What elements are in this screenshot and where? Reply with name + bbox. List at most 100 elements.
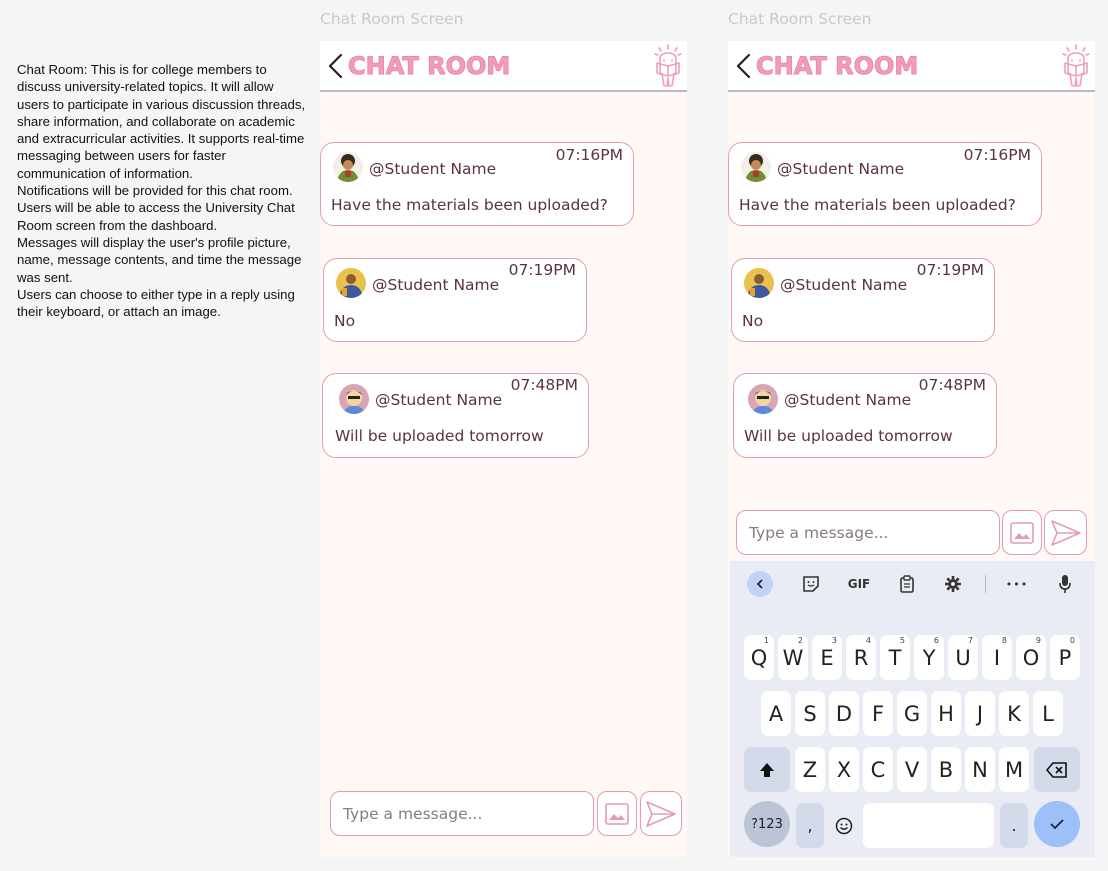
key-t[interactable]: T5 [880, 635, 910, 680]
keyboard-collapse-button[interactable] [747, 571, 773, 597]
sender-name: @Student Name [784, 391, 912, 409]
message-bubble: @Student Name 07:48PM Will be uploaded t… [322, 373, 589, 458]
avatar [741, 152, 771, 182]
key-x[interactable]: X [829, 747, 859, 792]
key-q[interactable]: Q1 [744, 635, 774, 680]
settings-button[interactable] [940, 571, 966, 597]
key-label: A [768, 701, 784, 726]
gif-button[interactable]: GIF [842, 571, 876, 597]
key-l[interactable]: L [1033, 691, 1063, 736]
message-input[interactable]: Type a message... [330, 791, 594, 836]
key-f[interactable]: F [863, 691, 893, 736]
avatar [333, 152, 363, 182]
key-i[interactable]: I8 [982, 635, 1012, 680]
avatar [744, 268, 774, 298]
key-label: X [836, 757, 852, 782]
key-number-hint: 3 [831, 636, 837, 645]
key-number-hint: 7 [967, 636, 973, 645]
sender-name: @Student Name [369, 160, 497, 178]
attach-image-button[interactable] [597, 791, 637, 836]
key-number-hint: 9 [1035, 636, 1041, 645]
key-w[interactable]: W2 [778, 635, 808, 680]
symbols-key[interactable]: ?123 [744, 801, 790, 847]
message-text: Have the materials been uploaded? [331, 196, 608, 214]
screen-description: Chat Room: This is for college members t… [17, 62, 306, 320]
key-s[interactable]: S [795, 691, 825, 736]
key-c[interactable]: C [863, 747, 893, 792]
key-number-hint: 4 [865, 636, 871, 645]
key-p[interactable]: P0 [1050, 635, 1080, 680]
toolbar-divider [985, 575, 986, 593]
key-y[interactable]: Y6 [914, 635, 944, 680]
send-button[interactable] [1044, 510, 1087, 555]
avatar [336, 268, 366, 298]
shift-key[interactable] [744, 747, 790, 792]
key-label: D [835, 701, 853, 726]
key-e[interactable]: E3 [812, 635, 842, 680]
chat-room-screen: CHAT ROOM @Student Name 07:16PM Have the… [320, 41, 687, 857]
message-time: 07:19PM [916, 261, 984, 279]
attach-image-button[interactable] [1002, 510, 1042, 555]
sender-name: @Student Name [372, 276, 500, 294]
sticker-button[interactable] [798, 571, 824, 597]
key-m[interactable]: M [999, 747, 1029, 792]
chevron-left-icon[interactable] [326, 52, 346, 80]
message-time: 07:48PM [510, 376, 578, 394]
message-bubble: @Student Name 07:19PM No [731, 258, 995, 342]
key-n[interactable]: N [965, 747, 995, 792]
backspace-icon [1046, 761, 1067, 778]
gear-icon [945, 576, 961, 592]
message-text: No [742, 312, 764, 330]
key-label: C [870, 757, 886, 782]
key-number-hint: 5 [899, 636, 905, 645]
clipboard-button[interactable] [894, 571, 920, 597]
frame-label: Chat Room Screen [320, 10, 464, 28]
period-key[interactable]: . [1000, 803, 1028, 848]
key-r[interactable]: R4 [846, 635, 876, 680]
key-number-hint: 1 [763, 636, 769, 645]
mascot-logo-icon [1062, 44, 1090, 87]
key-v[interactable]: V [897, 747, 927, 792]
key-j[interactable]: J [965, 691, 995, 736]
key-label: O [1022, 645, 1040, 670]
key-label: B [938, 757, 954, 782]
voice-input-button[interactable] [1052, 571, 1078, 597]
key-label: N [972, 757, 988, 782]
send-button[interactable] [640, 791, 682, 836]
comma-key[interactable]: , [796, 803, 824, 848]
key-u[interactable]: U7 [948, 635, 978, 680]
chevron-left-icon[interactable] [734, 52, 754, 80]
send-icon [1050, 519, 1081, 546]
key-g[interactable]: G [897, 691, 927, 736]
key-label: R [853, 645, 869, 670]
key-z[interactable]: Z [795, 747, 825, 792]
key-label: Y [922, 645, 936, 670]
mascot-logo-icon [654, 44, 682, 87]
backspace-key[interactable] [1034, 747, 1080, 792]
key-label: W [782, 645, 804, 670]
app-header: CHAT ROOM [728, 41, 1095, 92]
enter-key[interactable] [1034, 801, 1080, 847]
key-label: G [903, 701, 921, 726]
image-icon [605, 802, 629, 825]
key-number-hint: 8 [1001, 636, 1007, 645]
key-o[interactable]: O9 [1016, 635, 1046, 680]
shift-icon [760, 762, 774, 777]
key-b[interactable]: B [931, 747, 961, 792]
space-key[interactable] [863, 803, 994, 848]
microphone-icon [1059, 575, 1071, 593]
message-time: 07:16PM [555, 146, 623, 164]
key-label: F [871, 701, 885, 726]
check-icon [1050, 819, 1064, 830]
message-bubble: @Student Name 07:48PM Will be uploaded t… [733, 373, 997, 458]
key-h[interactable]: H [931, 691, 961, 736]
more-button[interactable]: ••• [1002, 571, 1032, 597]
message-bubble: @Student Name 07:16PM Have the materials… [320, 142, 634, 226]
key-label: J [976, 701, 984, 726]
clipboard-icon [900, 575, 914, 593]
message-input[interactable]: Type a message... [736, 510, 1000, 555]
key-d[interactable]: D [829, 691, 859, 736]
emoji-key[interactable] [830, 803, 858, 848]
key-a[interactable]: A [761, 691, 791, 736]
key-k[interactable]: K [999, 691, 1029, 736]
